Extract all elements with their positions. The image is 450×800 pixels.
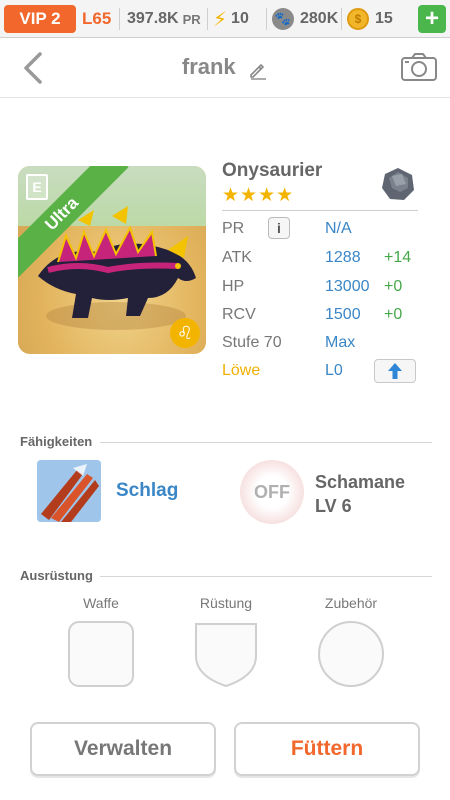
- stat-label: ATK: [222, 249, 252, 266]
- stat-value: N/A: [325, 220, 352, 237]
- energy-counter[interactable]: ⚡ 10: [213, 5, 249, 33]
- stat-label: PR: [222, 220, 245, 237]
- power-rating: 397.8K PR: [127, 5, 201, 33]
- slot-label-armor: Rüstung: [199, 595, 253, 611]
- rock-element-icon: [382, 168, 414, 200]
- add-currency-button[interactable]: +: [418, 5, 446, 33]
- document-icon: E: [26, 174, 48, 200]
- stat-value: L0: [325, 362, 343, 379]
- star-rating: ★★★★: [222, 185, 295, 206]
- power-value: 397.8K: [127, 10, 179, 27]
- stat-bonus: +0: [384, 278, 403, 295]
- lightning-icon: ⚡: [213, 8, 228, 31]
- weapon-slot[interactable]: [67, 620, 135, 688]
- equipment-heading: Ausrüstung: [20, 568, 93, 583]
- title-wrap: frank: [0, 54, 450, 80]
- abilities-heading: Fähigkeiten: [20, 434, 93, 449]
- stat-row-pr: PR i N/A: [222, 216, 422, 242]
- status-bar: VIP 2 L65 397.8K PR ⚡ 10 🐾 280K $ 15 +: [0, 0, 450, 38]
- creature-portrait[interactable]: Ultra E ♌: [18, 166, 206, 354]
- coin-icon: $: [347, 8, 369, 30]
- stat-row-atk: ATK 1288 +14: [222, 245, 422, 271]
- manage-button[interactable]: Verwalten: [30, 722, 216, 776]
- camera-icon[interactable]: [400, 52, 438, 82]
- passive-toggle[interactable]: OFF: [240, 460, 304, 524]
- info-button[interactable]: i: [268, 217, 290, 239]
- stat-label: Stufe 70: [222, 334, 282, 351]
- info-icon: i: [277, 220, 281, 236]
- vip-badge[interactable]: VIP 2: [4, 5, 76, 33]
- armor-slot[interactable]: [192, 620, 260, 688]
- stat-value: 1500: [325, 306, 361, 323]
- header: frank: [0, 38, 450, 98]
- stat-value: 13000: [325, 278, 370, 295]
- stat-row-rcv: RCV 1500 +0: [222, 302, 422, 328]
- slot-label-accessory: Zubehör: [324, 595, 378, 611]
- stat-row-level: Stufe 70 Max: [222, 330, 422, 356]
- stat-row-zodiac: Löwe L0: [222, 358, 422, 384]
- skill-icon[interactable]: [37, 460, 101, 522]
- stat-bonus: +0: [384, 306, 403, 323]
- slot-label-weapon: Waffe: [83, 595, 119, 611]
- passive-skill-name: Schamane LV 6: [315, 470, 405, 518]
- coin-counter[interactable]: $ 15: [347, 5, 393, 33]
- divider: [100, 576, 432, 577]
- divider: [100, 442, 432, 443]
- stat-row-hp: HP 13000 +0: [222, 274, 422, 300]
- arrow-up-icon: [388, 363, 402, 379]
- energy-value: 10: [231, 10, 249, 27]
- feed-button[interactable]: Füttern: [234, 722, 420, 776]
- page-title: frank: [181, 54, 236, 79]
- skill-name[interactable]: Schlag: [116, 480, 178, 502]
- food-counter[interactable]: 🐾 280K: [272, 5, 338, 33]
- stat-value: Max: [325, 334, 356, 351]
- passive-level-line: LV 6: [315, 496, 352, 516]
- leo-zodiac-icon: ♌: [170, 318, 200, 348]
- divider: [222, 210, 418, 211]
- coin-value: 15: [375, 10, 393, 27]
- plus-icon: +: [424, 5, 439, 32]
- stat-label: HP: [222, 278, 245, 295]
- divider: [119, 8, 120, 30]
- creature-name: Onysaurier: [222, 160, 323, 181]
- upgrade-zodiac-button[interactable]: [374, 359, 416, 383]
- passive-name-line: Schamane: [315, 472, 406, 492]
- divider: [266, 8, 267, 30]
- paw-icon: 🐾: [272, 8, 294, 30]
- stat-label: Löwe: [222, 362, 261, 379]
- accessory-slot[interactable]: [317, 620, 385, 688]
- passive-state: OFF: [254, 481, 290, 502]
- stat-bonus: +14: [384, 249, 412, 266]
- food-value: 280K: [300, 10, 339, 27]
- player-level: L65: [82, 9, 112, 28]
- stat-label: RCV: [222, 306, 256, 323]
- divider: [341, 8, 342, 30]
- edit-pencil-icon[interactable]: [248, 60, 268, 80]
- slash-claw-icon: [37, 460, 101, 522]
- power-unit: PR: [182, 11, 201, 27]
- divider: [207, 8, 208, 30]
- stat-value: 1288: [325, 249, 361, 266]
